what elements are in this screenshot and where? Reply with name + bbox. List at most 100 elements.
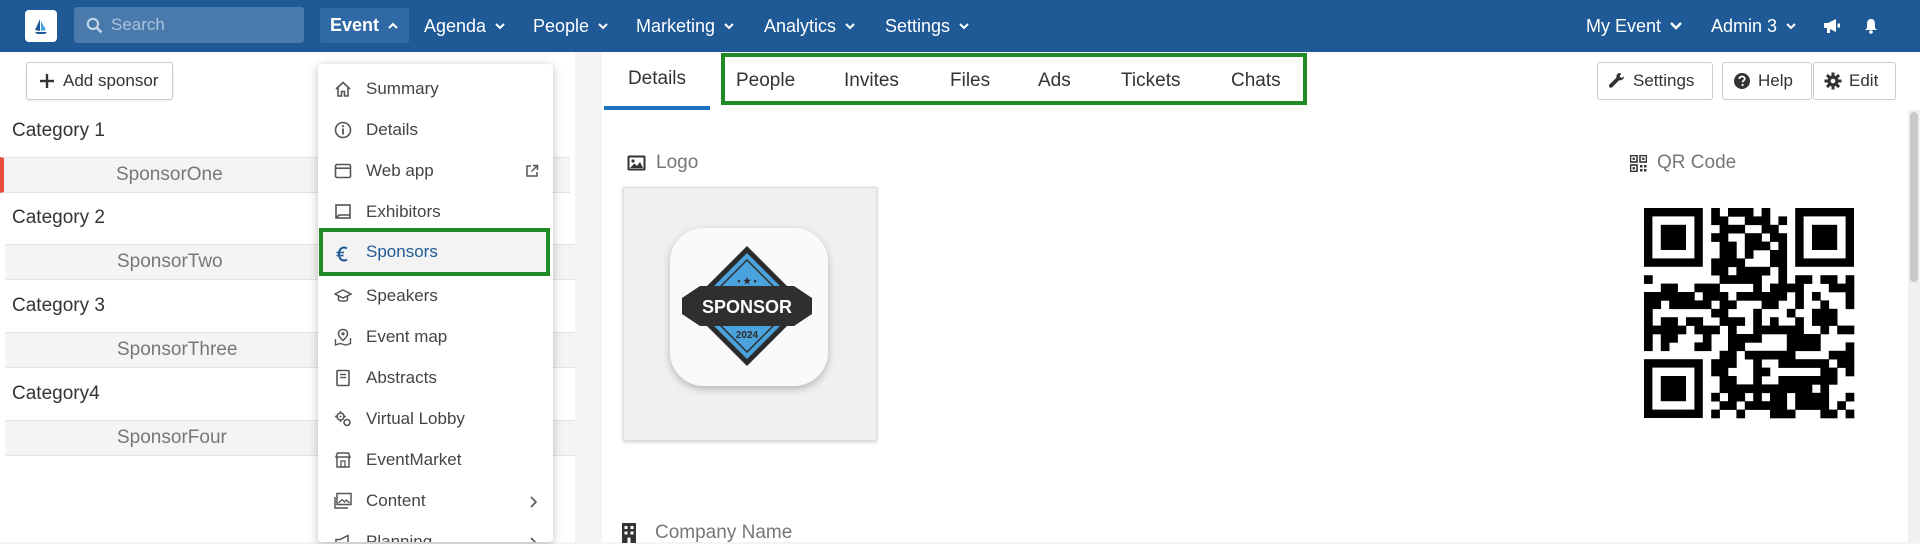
chevron-down-icon bbox=[495, 23, 505, 30]
my-event-menu[interactable]: My Event bbox=[1586, 0, 1683, 52]
settings-button[interactable]: Settings bbox=[1597, 62, 1713, 100]
building-icon bbox=[622, 523, 636, 543]
nav-settings[interactable]: Settings bbox=[885, 0, 970, 52]
menu-item-content[interactable]: Content bbox=[318, 481, 553, 521]
menu-item-event-map[interactable]: Event map bbox=[318, 317, 553, 357]
megaphone-icon bbox=[1824, 19, 1840, 33]
qr-section-label: QR Code bbox=[1630, 152, 1736, 174]
chevron-down-icon bbox=[1670, 22, 1682, 30]
book-icon bbox=[336, 369, 350, 387]
nav-settings-label: Settings bbox=[885, 15, 951, 36]
help-label: Help bbox=[1758, 71, 1793, 90]
company-section-label: Company Name bbox=[621, 522, 792, 544]
nav-agenda-label: Agenda bbox=[424, 15, 487, 36]
chevron-down-icon bbox=[959, 23, 969, 30]
chevron-down-icon bbox=[724, 23, 734, 30]
nav-people-label: People bbox=[533, 15, 590, 36]
search-icon bbox=[86, 17, 103, 33]
badge-text: SPONSOR bbox=[702, 297, 792, 317]
sponsor-name: SponsorOne bbox=[116, 164, 223, 185]
notifications-button[interactable] bbox=[1864, 0, 1878, 52]
chevron-right-icon bbox=[530, 496, 537, 508]
nav-event-label: Event bbox=[330, 15, 380, 35]
tab-details[interactable]: Details bbox=[604, 52, 710, 110]
chevron-down-icon bbox=[598, 23, 608, 30]
company-label: Company Name bbox=[655, 522, 793, 543]
nav-analytics-label: Analytics bbox=[764, 15, 837, 36]
category-name: Category 1 bbox=[12, 120, 105, 141]
user-menu[interactable]: Admin 3 bbox=[1711, 0, 1797, 52]
category-name: Category 3 bbox=[12, 295, 105, 316]
question-circle-icon bbox=[1734, 73, 1750, 89]
settings-label: Settings bbox=[1633, 71, 1695, 90]
sponsor-name: SponsorTwo bbox=[117, 251, 223, 272]
nav-event[interactable]: Event bbox=[320, 8, 410, 43]
menu-item-label: Summary bbox=[366, 79, 439, 98]
tab-label: Details bbox=[627, 68, 687, 89]
bell-icon bbox=[1865, 19, 1877, 34]
menu-item-exhibitors[interactable]: Exhibitors bbox=[318, 192, 553, 232]
gear-icon bbox=[1824, 72, 1842, 90]
nav-marketing[interactable]: Marketing bbox=[636, 0, 735, 52]
add-sponsor-button[interactable]: Add sponsor bbox=[26, 62, 174, 100]
chevron-right-icon bbox=[530, 537, 537, 542]
tabs-highlight-box bbox=[721, 53, 1307, 105]
qr-code-image[interactable] bbox=[1623, 187, 1875, 439]
help-button[interactable]: Help bbox=[1722, 62, 1812, 100]
nav-marketing-label: Marketing bbox=[636, 15, 716, 36]
qrcode-icon bbox=[1630, 154, 1647, 172]
sponsor-badge-graphic: • ★ • SPONSOR 2024 bbox=[670, 228, 828, 386]
qr-label: QR Code bbox=[1657, 152, 1737, 173]
edit-label: Edit bbox=[1849, 71, 1879, 90]
chevron-down-icon bbox=[845, 23, 855, 30]
user-label: Admin 3 bbox=[1711, 15, 1778, 36]
logo-section-label: Logo bbox=[627, 152, 698, 174]
menu-item-web-app[interactable]: Web app bbox=[318, 151, 553, 191]
menu-item-abstracts[interactable]: Abstracts bbox=[318, 358, 553, 398]
map-icon bbox=[334, 328, 352, 346]
menu-item-label: Details bbox=[366, 120, 418, 139]
menu-item-label: Web app bbox=[366, 161, 434, 180]
chevron-up-icon bbox=[388, 22, 398, 29]
nav-agenda[interactable]: Agenda bbox=[424, 0, 506, 52]
scrollbar-thumb[interactable] bbox=[1910, 112, 1918, 282]
menu-item-virtual-lobby[interactable]: Virtual Lobby bbox=[318, 399, 553, 439]
announcements-button[interactable] bbox=[1823, 0, 1841, 52]
menu-item-label: EventMarket bbox=[366, 450, 462, 469]
nav-people[interactable]: People bbox=[533, 0, 609, 52]
external-link-icon bbox=[526, 164, 539, 177]
nav-analytics[interactable]: Analytics bbox=[764, 0, 856, 52]
menu-item-label: Speakers bbox=[366, 286, 438, 305]
search-input[interactable] bbox=[103, 14, 293, 36]
menu-item-planning[interactable]: Planning bbox=[318, 522, 553, 542]
menu-item-label: Exhibitors bbox=[366, 202, 441, 221]
event-dropdown-menu: Summary Details Web app Exhibitors Spons… bbox=[318, 64, 553, 542]
add-sponsor-label: Add sponsor bbox=[63, 71, 159, 90]
megaphone-icon bbox=[335, 534, 349, 542]
search-box[interactable] bbox=[74, 7, 304, 43]
category-name: Category 2 bbox=[12, 207, 105, 228]
wrench-icon bbox=[1608, 73, 1624, 88]
exhibitor-icon bbox=[335, 204, 351, 219]
images-icon bbox=[334, 492, 352, 509]
image-icon bbox=[627, 155, 646, 171]
menu-item-label: Event map bbox=[366, 327, 448, 346]
menu-item-summary[interactable]: Summary bbox=[318, 69, 553, 109]
menu-item-details[interactable]: Details bbox=[318, 110, 553, 150]
menu-item-sponsors[interactable]: Sponsors bbox=[319, 228, 550, 276]
sponsor-logo-image[interactable]: • ★ • SPONSOR 2024 bbox=[623, 187, 877, 441]
category-name: Category4 bbox=[12, 383, 100, 404]
edit-button[interactable]: Edit bbox=[1813, 62, 1896, 100]
my-event-label: My Event bbox=[1586, 15, 1662, 36]
sponsor-name: SponsorFour bbox=[117, 427, 227, 448]
menu-item-label: Virtual Lobby bbox=[366, 409, 465, 428]
logo-label: Logo bbox=[656, 152, 699, 173]
info-icon bbox=[334, 121, 352, 139]
menu-item-eventmarket[interactable]: EventMarket bbox=[318, 440, 553, 480]
menu-item-label: Content bbox=[366, 491, 426, 510]
qr-code-graphic bbox=[1644, 208, 1855, 419]
app-logo[interactable] bbox=[25, 10, 57, 42]
plus-icon bbox=[40, 74, 54, 88]
logo-icon bbox=[35, 19, 47, 34]
menu-item-speakers[interactable]: Speakers bbox=[318, 276, 553, 316]
